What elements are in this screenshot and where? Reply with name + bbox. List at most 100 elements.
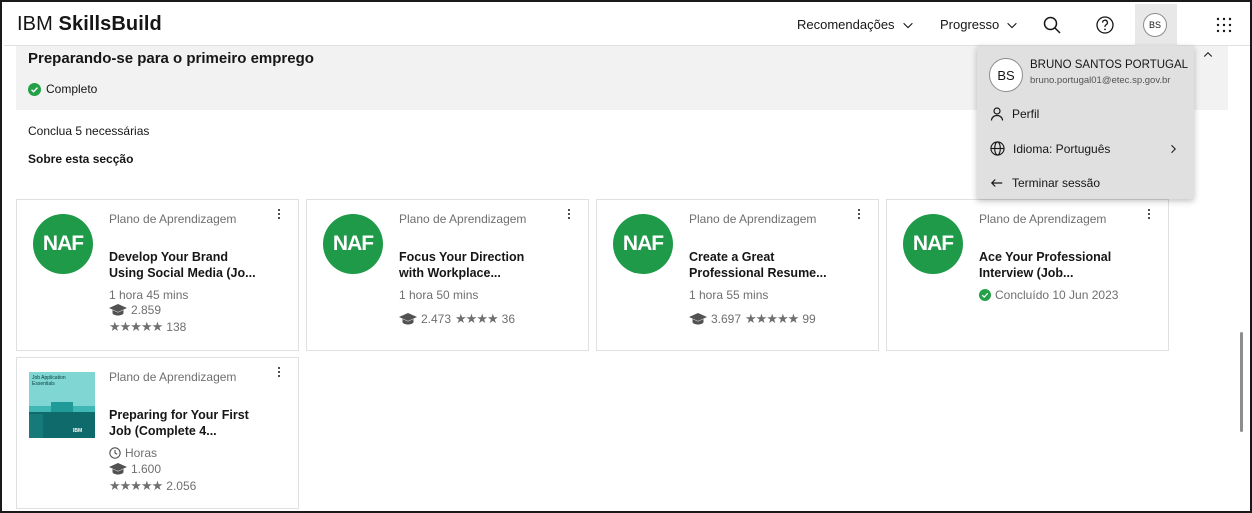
card-type: Plano de Aprendizagem — [109, 212, 237, 226]
nav-recomendacoes[interactable]: Recomendações — [797, 17, 915, 32]
enrolled-count: 1.600 — [131, 462, 162, 476]
card-stats: 3.697 ★★★★★ 99 — [689, 311, 816, 327]
card-title[interactable]: Ace Your Professional Interview (Job... — [979, 249, 1147, 281]
graduation-cap-icon — [109, 463, 127, 475]
graduation-cap-icon — [109, 304, 127, 316]
card-title[interactable]: Focus Your Direction with Workplace... — [399, 249, 567, 281]
naf-logo: NAF — [33, 214, 93, 274]
course-card[interactable]: NAF Plano de Aprendizagem Create a Great… — [596, 199, 879, 351]
chevron-down-icon — [902, 22, 913, 28]
card-rating: ★★★★★ 2.056 — [109, 478, 196, 494]
menu-avatar: BS — [989, 58, 1023, 92]
search-icon — [1043, 16, 1061, 34]
app-switcher-button[interactable] — [1211, 12, 1237, 38]
enrolled-count: 2.859 — [131, 303, 162, 317]
card-duration: 1 hora 55 mins — [689, 288, 769, 302]
app-window: IBM SkillsBuild Recomendações Progresso … — [0, 0, 1252, 513]
menu-item-label: Perfil — [1012, 107, 1040, 121]
card-rating: ★★★★★ 138 — [109, 319, 186, 335]
card-title-line: Ace Your Professional — [979, 250, 1112, 264]
nav-progresso[interactable]: Progresso — [940, 17, 1019, 32]
chevron-down-icon — [1007, 22, 1018, 28]
course-card[interactable]: NAF Plano de Aprendizagem Focus Your Dir… — [306, 199, 589, 351]
rating-count: 36 — [501, 312, 516, 326]
card-title[interactable]: Create a Great Professional Resume... — [689, 249, 857, 281]
course-card[interactable]: NAF Plano de Aprendizagem Ace Your Profe… — [886, 199, 1169, 351]
collapse-section-button[interactable] — [1198, 46, 1218, 64]
star-rating-icon: ★★★★★ — [745, 311, 799, 326]
status-text: Completo — [46, 82, 98, 96]
user-name: BRUNO SANTOS PORTUGAL — [1030, 59, 1189, 71]
avatar[interactable]: BS — [1143, 13, 1167, 37]
search-button[interactable] — [1039, 12, 1065, 38]
chevron-right-icon — [1167, 142, 1179, 160]
nav-progresso-label: Progresso — [940, 17, 1000, 32]
overflow-menu-icon[interactable] — [1144, 209, 1154, 225]
course-card[interactable]: NAF Plano de Aprendizagem Develop Your B… — [16, 199, 299, 351]
naf-logo: NAF — [613, 214, 673, 274]
menu-item-language[interactable]: Idioma: Português — [990, 141, 1110, 156]
star-rating-icon: ★★★★★ — [109, 478, 163, 493]
status-badge: Completo — [28, 82, 97, 96]
enrolled-count: 3.697 — [711, 312, 742, 326]
check-circle-icon — [28, 82, 41, 96]
brand-logo[interactable]: IBM SkillsBuild — [17, 13, 162, 36]
star-rating-icon: ★★★★★ — [109, 319, 163, 334]
card-duration: Horas — [109, 446, 157, 460]
rating-count: 138 — [166, 320, 187, 334]
overflow-menu-icon[interactable] — [854, 209, 864, 225]
card-title-line: Job (Complete 4... — [109, 424, 217, 438]
arrow-left-icon — [990, 179, 1003, 187]
card-title[interactable]: Preparing for Your First Job (Complete 4… — [109, 407, 277, 439]
card-title-line: Develop Your Brand — [109, 250, 229, 264]
clock-icon — [109, 447, 121, 459]
menu-item-profile[interactable]: Perfil — [990, 107, 1039, 121]
enrolled-count: 2.473 — [421, 312, 452, 326]
scrollbar[interactable] — [1240, 332, 1243, 432]
help-button[interactable] — [1092, 12, 1118, 38]
menu-item-label: Idioma: Português — [1013, 141, 1111, 156]
rating-count: 2.056 — [166, 479, 197, 493]
card-title-line: Professional Resume... — [689, 266, 827, 280]
graduation-cap-icon — [399, 313, 417, 325]
course-card[interactable]: Job Application Essentials IBM Plano de … — [16, 357, 299, 509]
naf-logo: NAF — [903, 214, 963, 274]
thumb-brand: IBM — [73, 428, 83, 434]
overflow-menu-icon[interactable] — [564, 209, 574, 225]
card-title-line: with Workplace... — [399, 266, 501, 280]
grid-icon — [1216, 17, 1232, 33]
top-header: IBM SkillsBuild Recomendações Progresso … — [4, 4, 1250, 46]
star-rating-icon: ★★★★ — [455, 311, 499, 326]
card-duration: 1 hora 45 mins — [109, 288, 189, 302]
help-icon — [1096, 16, 1114, 34]
card-type: Plano de Aprendizagem — [689, 212, 817, 226]
card-type: Plano de Aprendizagem — [979, 212, 1107, 226]
nav-recomendacoes-label: Recomendações — [797, 17, 895, 32]
duration-text: Horas — [125, 446, 158, 460]
card-stats: 2.473 ★★★★ 36 — [399, 311, 515, 327]
globe-icon — [990, 141, 1005, 156]
menu-item-logout[interactable]: Terminar sessão — [990, 176, 1100, 190]
card-title[interactable]: Develop Your Brand Using Social Media (J… — [109, 249, 277, 281]
brand-skillsbuild: SkillsBuild — [58, 13, 162, 35]
required-count: Conclua 5 necessárias — [28, 124, 150, 138]
brand-ibm: IBM — [17, 13, 53, 35]
card-type: Plano de Aprendizagem — [109, 370, 237, 384]
card-title-line: Focus Your Direction — [399, 250, 525, 264]
thumb-title: Job Application Essentials — [32, 375, 66, 387]
course-thumbnail: Job Application Essentials IBM — [29, 372, 95, 438]
user-dropdown-menu: BS BRUNO SANTOS PORTUGAL bruno.portugal0… — [977, 46, 1194, 199]
chevron-up-icon — [1203, 52, 1213, 57]
overflow-menu-icon[interactable] — [274, 367, 284, 383]
card-type: Plano de Aprendizagem — [399, 212, 527, 226]
user-icon — [990, 107, 1004, 121]
card-duration: 1 hora 50 mins — [399, 288, 479, 302]
card-title-line: Interview (Job... — [979, 266, 1074, 280]
card-title-line: Preparing for Your First — [109, 408, 249, 422]
completed-text: Concluído 10 Jun 2023 — [995, 288, 1119, 302]
check-circle-icon — [979, 289, 991, 301]
section-title: Preparando-se para o primeiro emprego — [28, 50, 314, 67]
overflow-menu-icon[interactable] — [274, 209, 284, 225]
about-section-link[interactable]: Sobre esta secção — [28, 152, 133, 166]
card-completed: Concluído 10 Jun 2023 — [979, 288, 1118, 302]
